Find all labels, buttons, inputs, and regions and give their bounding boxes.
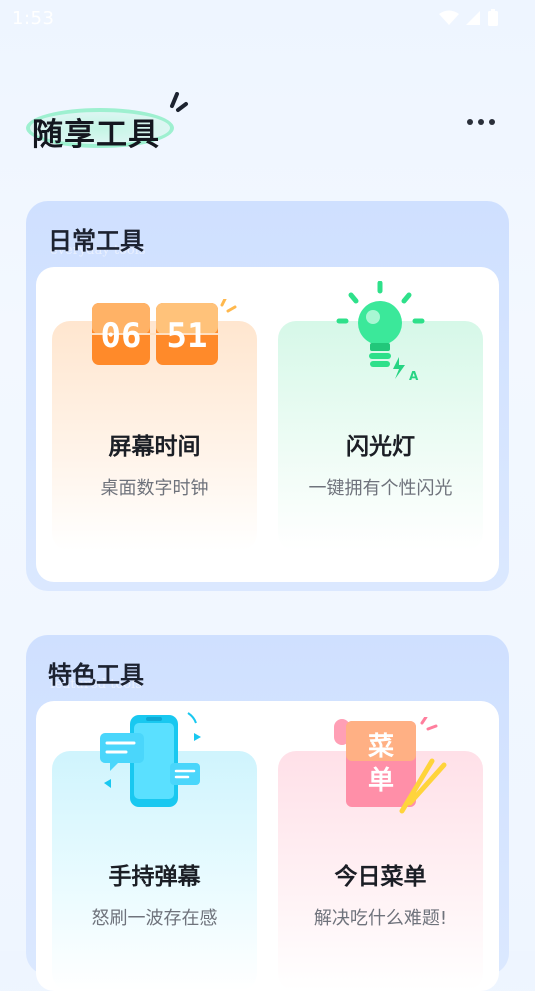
- tool-card-screen-time[interactable]: 06 51 屏幕时间 桌面数字时钟: [52, 299, 257, 551]
- tool-card-handheld-danmaku[interactable]: 手持弹幕 怒刷一波存在感: [52, 712, 257, 991]
- status-time: 1:53: [12, 8, 55, 29]
- more-dot-icon: [478, 119, 484, 125]
- tools-panel: 06 51 屏幕时间 桌面数字时钟 A 闪光灯 一键拥有个性闪光: [36, 267, 499, 582]
- app-header: 随享工具: [0, 84, 535, 164]
- tool-card-description: 怒刷一波存在感: [91, 908, 218, 929]
- battery-icon: [488, 9, 498, 26]
- more-dot-icon: [489, 119, 495, 125]
- tool-card-description: 桌面数字时钟: [100, 478, 209, 499]
- auto-badge-text: A: [409, 369, 419, 381]
- sparkle-icon: [170, 92, 188, 112]
- clock-minute-text: 51: [167, 316, 208, 356]
- flip-clock-icon: 06 51: [92, 299, 237, 365]
- more-dot-icon: [467, 119, 473, 125]
- status-icons: [439, 9, 499, 27]
- clock-hour-text: 06: [101, 316, 142, 356]
- tool-card-name: 手持弹幕: [108, 864, 201, 890]
- more-options-button[interactable]: [465, 112, 497, 132]
- signal-icon: [466, 11, 480, 25]
- menu-art-text-bottom: 单: [368, 766, 394, 796]
- menu-art-text-top: 菜: [367, 732, 394, 762]
- phone-messages-icon: [100, 712, 201, 807]
- status-bar: 1:53: [0, 0, 535, 36]
- tool-card-description: 解决吃什么难题!: [313, 908, 448, 929]
- tool-card-name: 闪光灯: [346, 434, 415, 460]
- section-featured-tools: featured tools 特色工具 手持弹幕 怒刷一波存在感 菜 单 今日菜…: [26, 635, 509, 991]
- tool-card-description: 一键拥有个性闪光: [308, 478, 453, 499]
- tool-card-name: 屏幕时间: [108, 434, 201, 460]
- tools-panel: 手持弹幕 怒刷一波存在感 菜 单 今日菜单 解决吃什么难题!: [36, 701, 499, 991]
- tool-card-flashlight[interactable]: A 闪光灯 一键拥有个性闪光: [278, 281, 483, 551]
- section-title: 特色工具: [48, 661, 144, 689]
- light-bulb-icon: A: [336, 281, 425, 381]
- wifi-icon: [439, 10, 459, 25]
- tool-card-todays-menu[interactable]: 菜 单 今日菜单 解决吃什么难题!: [278, 717, 483, 991]
- tool-card-name: 今日菜单: [334, 864, 427, 890]
- app-title: 随享工具: [32, 117, 160, 153]
- app-title-logo: 随享工具: [26, 92, 188, 153]
- section-daily-tools: everyday tools 日常工具 06 51 屏幕时间 桌面数字时钟 A …: [26, 201, 509, 591]
- section-title: 日常工具: [48, 227, 144, 255]
- menu-scroll-icon: 菜 单: [334, 717, 447, 814]
